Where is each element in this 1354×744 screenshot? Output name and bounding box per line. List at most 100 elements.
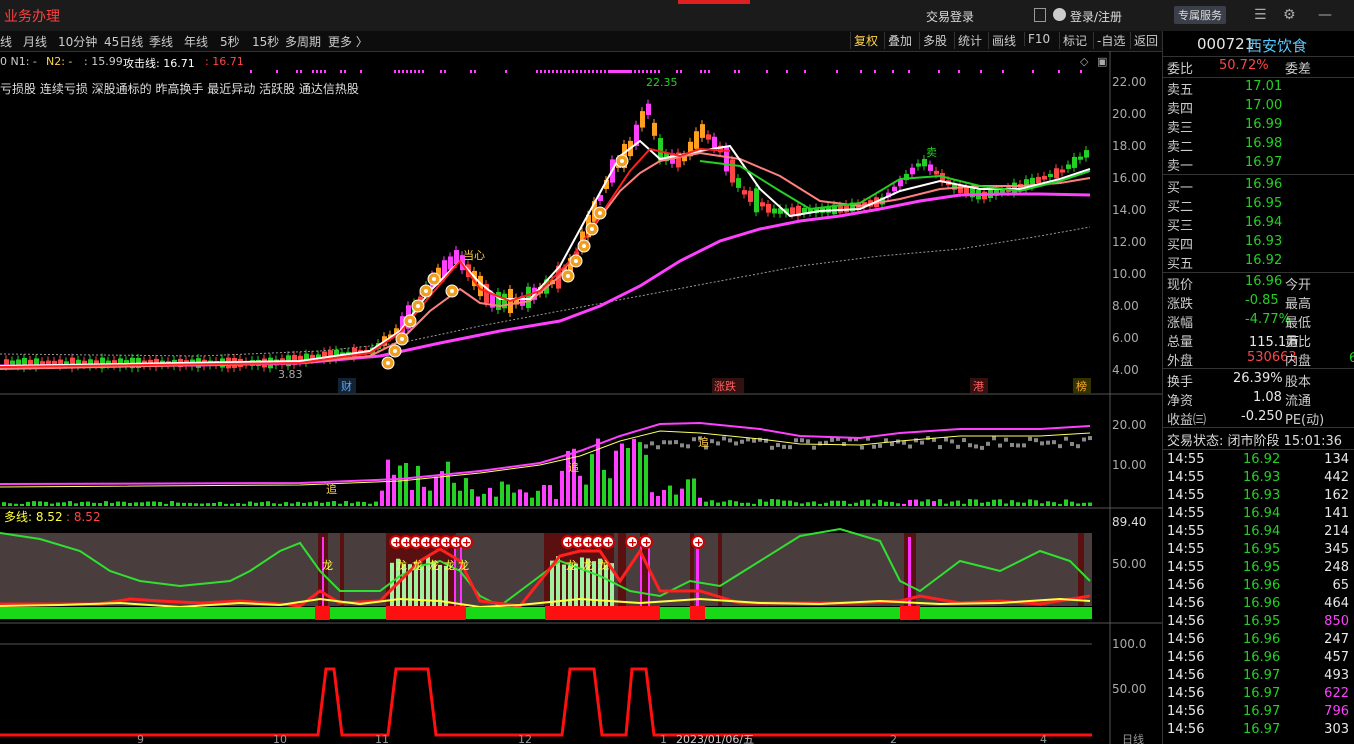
volume-dot	[794, 438, 798, 443]
plus-marker-sign: +	[628, 536, 637, 549]
volume-bar	[50, 503, 54, 506]
volume-bar	[2, 502, 6, 506]
high-label: 22.35	[646, 76, 678, 89]
x-label: 9	[137, 733, 144, 744]
candle-body	[922, 158, 927, 167]
volume-dot	[944, 437, 948, 442]
volume-dot	[986, 441, 990, 446]
period-15s[interactable]: 15秒	[252, 33, 279, 50]
period-more[interactable]: 更多 〉	[328, 33, 368, 50]
volume-dot	[800, 438, 804, 443]
signal-marker	[540, 70, 542, 73]
period-45day[interactable]: 45日线	[104, 33, 143, 50]
x-label: 11	[375, 733, 389, 744]
indicator-red-base	[900, 606, 920, 620]
add-watchlist-button[interactable]: -自选	[1093, 32, 1128, 49]
volume-bar	[740, 502, 744, 506]
f10-button[interactable]: F10	[1024, 32, 1053, 46]
vip-service-button[interactable]: 专属服务	[1174, 6, 1226, 24]
volume-bar	[158, 501, 162, 506]
volume-bar	[290, 503, 294, 506]
volume-bar	[464, 478, 468, 506]
signal-marker	[958, 70, 960, 73]
coin-center	[393, 349, 397, 353]
indicator-red-base	[690, 606, 705, 620]
volume-dot	[1022, 443, 1026, 448]
draw-button[interactable]: 画线	[988, 32, 1019, 49]
candle-body	[1048, 173, 1053, 178]
minimize-icon[interactable]: —	[1318, 7, 1332, 23]
ind-legend: 多线: 8.52	[4, 510, 63, 524]
gear-icon[interactable]: ⚙	[1283, 7, 1296, 23]
volume-dot	[752, 438, 756, 443]
volume-bar	[350, 503, 354, 506]
candle-body	[934, 170, 939, 175]
tick-volume: 162	[1324, 488, 1349, 503]
dragon-mark: 龙	[598, 559, 609, 572]
tick-volume: 134	[1324, 452, 1349, 467]
volume-dot	[674, 440, 678, 445]
chart-area[interactable]: 22.35 3.83 当心 卖 财 涨跌 港 榜 追 追 追 龙龙龙龙龙龙龙龙龙…	[0, 51, 1162, 744]
volume-bar	[920, 501, 924, 506]
volume-dot	[1088, 436, 1092, 441]
volume-dot	[662, 440, 666, 445]
stat-2-label2: 最低	[1285, 316, 1312, 331]
volume-bar	[548, 485, 552, 506]
menu-icon[interactable]: ☰	[1254, 7, 1267, 23]
signal-marker	[394, 70, 396, 73]
ask-3-label: 卖三	[1167, 121, 1194, 136]
tick-time: 14:56	[1167, 686, 1205, 701]
volume-dot	[998, 443, 1002, 448]
period-5s[interactable]: 5秒	[220, 33, 240, 50]
signal-marker	[704, 70, 706, 73]
period-multi[interactable]: 多周期	[285, 33, 321, 50]
volume-dot	[920, 440, 924, 445]
volume-dot	[878, 443, 882, 448]
volume-bar	[962, 503, 966, 506]
volume-dot	[668, 440, 672, 445]
overlay-button[interactable]: 叠加	[884, 32, 915, 49]
candle-body	[1066, 164, 1071, 169]
business-menu[interactable]: 业务办理	[4, 6, 60, 26]
back-button[interactable]: 返回	[1130, 32, 1161, 49]
user-icon	[1053, 8, 1066, 21]
signal-marker	[874, 70, 876, 73]
multi-stock-button[interactable]: 多股	[919, 32, 950, 49]
volume-bar	[590, 454, 594, 506]
period-quarter[interactable]: 季线	[149, 33, 173, 50]
candle-body	[1036, 176, 1041, 184]
mark-button[interactable]: 标记	[1059, 32, 1090, 49]
volume-bar	[8, 503, 12, 506]
signal-marker	[604, 70, 606, 73]
x-label: 12	[518, 733, 532, 744]
volume-bar	[800, 503, 804, 506]
volume-bar	[638, 442, 642, 506]
signal-marker	[646, 70, 648, 73]
tick-price: 16.93	[1243, 470, 1281, 485]
login-register-button[interactable]: 登录/注册	[1070, 8, 1122, 25]
volume-bar	[224, 503, 228, 506]
lock-icon[interactable]	[1034, 8, 1046, 22]
tick-price: 16.96	[1243, 650, 1281, 665]
signal-marker	[892, 70, 894, 73]
signal-marker	[505, 70, 507, 73]
period-10min[interactable]: 10分钟	[58, 33, 97, 50]
volume-bar	[374, 501, 378, 506]
period-monthly[interactable]: 月线	[23, 33, 47, 50]
tick-price: 16.97	[1243, 704, 1281, 719]
volume-bar	[332, 501, 336, 506]
adjust-button[interactable]: 复权	[850, 32, 881, 49]
period-item[interactable]: 线	[0, 33, 12, 50]
indicator-red-base	[545, 606, 620, 620]
volume-bar	[488, 487, 492, 506]
stat-0-label2: 今开	[1285, 278, 1312, 293]
volume-bar	[176, 502, 180, 506]
signal-marker	[474, 70, 476, 73]
stats-button[interactable]: 统计	[954, 32, 985, 49]
trade-login-button[interactable]: 交易登录	[926, 8, 974, 25]
volume-bar	[836, 500, 840, 506]
candle-body	[706, 134, 711, 140]
period-year[interactable]: 年线	[184, 33, 208, 50]
signal-marker	[980, 70, 982, 73]
indicator-column	[340, 533, 344, 606]
